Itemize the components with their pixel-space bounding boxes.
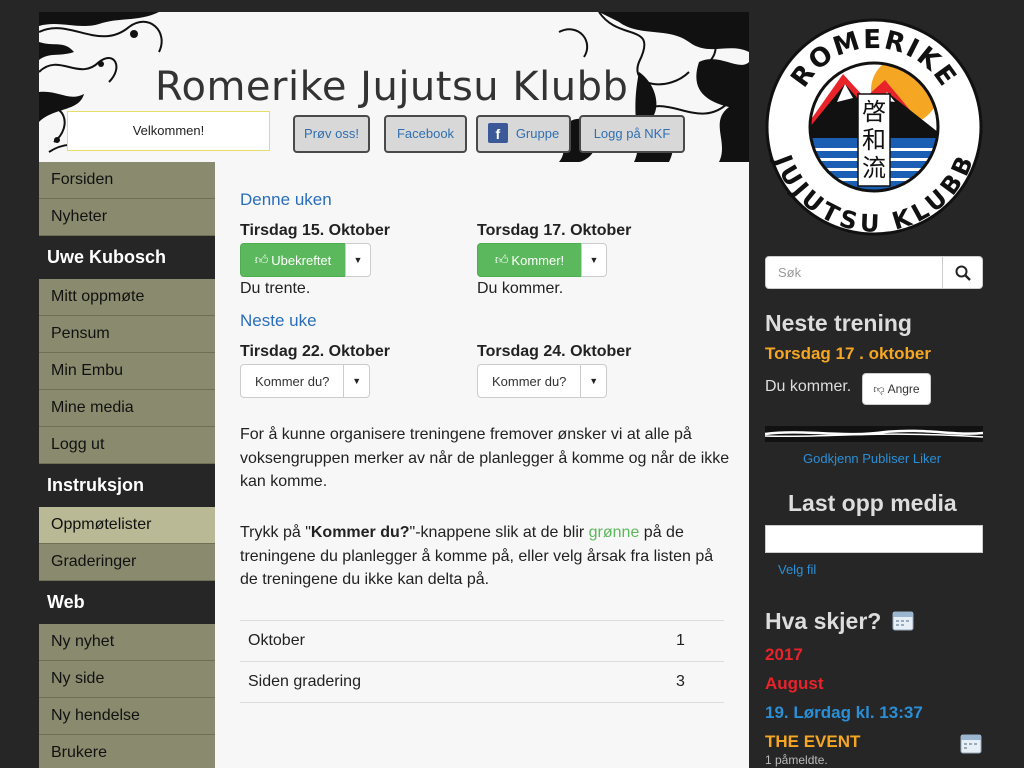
attendance-button-ask[interactable]: Kommer du? ▼: [477, 364, 607, 398]
login-nkf-button[interactable]: Logg på NKF: [579, 115, 685, 153]
event-title[interactable]: THE EVENT: [765, 732, 860, 752]
nav-item-nyheter[interactable]: Nyheter: [39, 199, 215, 236]
facebook-group-button[interactable]: f Gruppe: [476, 115, 571, 153]
attendance-button-label[interactable]: 👍︎ Ubekreftet: [240, 243, 345, 277]
attendance-button-coming[interactable]: 👍︎ Kommer! ▼: [477, 243, 607, 277]
info-paragraph: For å kunne organisere treningene fremov…: [240, 426, 730, 490]
search-box: Søk: [765, 256, 983, 289]
nav-section-web: Web: [39, 581, 215, 624]
table-row: Siden gradering 3: [240, 662, 724, 703]
caret-down-icon[interactable]: ▼: [580, 365, 606, 397]
caret-down-icon[interactable]: ▼: [345, 243, 371, 277]
site-header: Romerike Jujutsu Klubb Velkommen! Prøv o…: [39, 12, 749, 162]
nav-item-logg-ut[interactable]: Logg ut: [39, 427, 215, 464]
thumbs-down-icon: 👎︎: [873, 383, 885, 396]
facebook-button[interactable]: Facebook: [384, 115, 467, 153]
search-button[interactable]: [942, 257, 982, 288]
nav-item-mine-media[interactable]: Mine media: [39, 390, 215, 427]
nav-item-pensum[interactable]: Pensum: [39, 316, 215, 353]
facebook-icon: f: [487, 123, 508, 144]
table-cell-value: 3: [676, 673, 685, 690]
table-row: Oktober 1: [240, 621, 724, 662]
choose-file-link[interactable]: Velg fil: [778, 562, 816, 577]
svg-text:和: 和: [862, 126, 886, 154]
next-week-heading: Neste uke: [240, 311, 317, 330]
table-cell-label: Oktober: [248, 632, 305, 649]
left-nav: Forsiden Nyheter Uwe Kubosch Mitt oppmøt…: [39, 162, 215, 768]
upload-media-heading: Last opp media: [788, 490, 957, 516]
attendance-button-label[interactable]: 👍︎ Kommer!: [477, 243, 581, 277]
attendance-button-ask[interactable]: Kommer du? ▼: [240, 364, 370, 398]
top-strip: [0, 0, 1024, 12]
undo-button[interactable]: 👎︎ Angre: [862, 373, 931, 405]
nav-item-graderinger[interactable]: Graderinger: [39, 544, 215, 581]
try-us-button[interactable]: Prøv oss!: [293, 115, 370, 153]
nav-section-instruksjon: Instruksjon: [39, 464, 215, 507]
welcome-banner: Velkommen!: [67, 111, 270, 151]
event-date: 19. Lørdag kl. 13:37: [765, 703, 923, 722]
attendance-button-label[interactable]: Kommer du?: [478, 365, 580, 397]
upload-drop-area[interactable]: [765, 525, 983, 553]
nav-item-forsiden[interactable]: Forsiden: [39, 162, 215, 199]
events-month: August: [765, 674, 824, 693]
club-logo[interactable]: 啓 和 流 ROMERIKE JUJUTSU KLUBB: [765, 18, 983, 236]
events-year: 2017: [765, 645, 803, 664]
search-icon: [955, 265, 971, 281]
attendance-button-label[interactable]: Kommer du?: [241, 365, 343, 397]
session-status: Du trente.: [240, 280, 311, 297]
nav-section-user: Uwe Kubosch: [39, 236, 215, 279]
nav-item-ny-hendelse[interactable]: Ny hendelse: [39, 698, 215, 735]
emphasis-text: Kommer du?: [310, 524, 410, 541]
instructions-paragraph: Trykk på "Kommer du?"-knappene slik at d…: [240, 524, 714, 588]
nav-item-ny-nyhet[interactable]: Ny nyhet: [39, 624, 215, 661]
session-title: Torsdag 17. Oktober: [477, 222, 632, 239]
site-title: Romerike Jujutsu Klubb: [155, 64, 629, 110]
you-coming-text: Du kommer.: [765, 378, 852, 395]
table-cell-label: Siden gradering: [248, 673, 361, 690]
session-title: Tirsdag 22. Oktober: [240, 343, 390, 360]
media-strip: [765, 426, 983, 442]
session-status: Du kommer.: [477, 280, 564, 297]
session-title: Torsdag 24. Oktober: [477, 343, 632, 360]
right-sidebar: 啓 和 流 ROMERIKE JUJUTSU KLUBB Søk Neste t…: [749, 12, 1024, 768]
table-cell-value: 1: [676, 632, 685, 649]
main-content: Denne uken Tirsdag 15. Oktober 👍︎ Ubekref…: [215, 162, 749, 768]
thumbs-up-icon: 👍︎: [254, 252, 269, 267]
green-word: grønne: [588, 524, 640, 541]
nav-item-ny-side[interactable]: Ny side: [39, 661, 215, 698]
caret-down-icon[interactable]: ▼: [343, 365, 369, 397]
search-input[interactable]: Søk: [766, 257, 942, 288]
nav-item-min-embu[interactable]: Min Embu: [39, 353, 215, 390]
svg-text:流: 流: [862, 154, 886, 182]
svg-text:啓: 啓: [862, 98, 886, 126]
thumbs-up-icon: 👍︎: [494, 252, 509, 267]
attendance-table: Oktober 1 Siden gradering 3: [240, 620, 724, 703]
next-training-date: Torsdag 17 . oktober: [765, 344, 931, 363]
calendar-icon[interactable]: [960, 732, 982, 754]
caret-down-icon[interactable]: ▼: [581, 243, 607, 277]
next-training-heading: Neste trening: [765, 310, 912, 336]
calendar-icon: [892, 611, 914, 631]
event-attendees: 1 påmeldte.: [765, 753, 828, 767]
group-label: Gruppe: [515, 126, 560, 141]
attendance-button-unconfirmed[interactable]: 👍︎ Ubekreftet ▼: [240, 243, 371, 277]
nav-item-mitt-oppmote[interactable]: Mitt oppmøte: [39, 279, 215, 316]
nav-item-oppmotelister[interactable]: Oppmøtelister: [39, 507, 215, 544]
events-heading: Hva skjer?: [765, 608, 914, 635]
session-title: Tirsdag 15. Oktober: [240, 222, 390, 239]
media-actions-links[interactable]: Godkjenn Publiser Liker: [803, 451, 941, 466]
this-week-heading: Denne uken: [240, 190, 332, 209]
nav-item-brukere[interactable]: Brukere: [39, 735, 215, 768]
